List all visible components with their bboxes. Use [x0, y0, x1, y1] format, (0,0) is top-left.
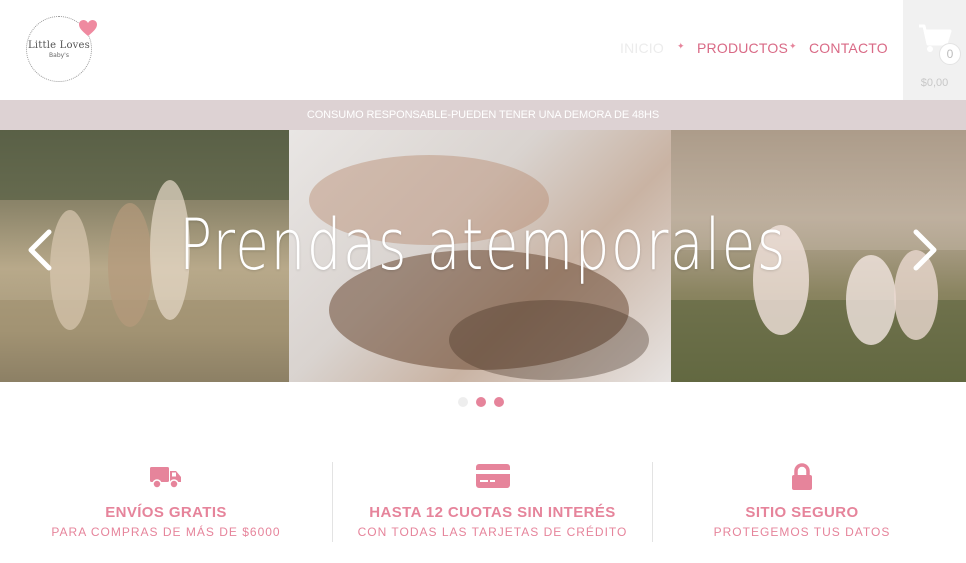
nav-contacto[interactable]: CONTACTO: [809, 40, 888, 56]
features-section: ENVÍOS GRATIS PARA COMPRAS DE MÁS DE $60…: [0, 455, 966, 555]
credit-card-icon: [475, 463, 510, 493]
nav-separator: ✦: [677, 42, 685, 52]
nav-productos[interactable]: PRODUCTOS: [697, 40, 788, 56]
feature-title: ENVÍOS GRATIS: [105, 504, 227, 521]
cart-total: $0,00: [920, 77, 949, 89]
feature-subtitle: PARA COMPRAS DE MÁS DE $6000: [51, 525, 281, 539]
announcement-bar: CONSUMO RESPONSABLE-PUEDEN TENER UNA DEM…: [0, 100, 966, 130]
truck-icon: [150, 463, 182, 495]
announcement-text: CONSUMO RESPONSABLE-PUEDEN TENER UNA DEM…: [306, 109, 660, 121]
hero-slider[interactable]: Prendas atemporales: [0, 130, 966, 382]
lock-icon: [791, 463, 813, 495]
cart-button[interactable]: 0 $0,00: [903, 0, 966, 100]
logo-title: Little Loves: [28, 39, 90, 51]
site-header: Little Loves Baby's INICIO ✦ PRODUCTOS ✦…: [0, 0, 966, 100]
slider-dot[interactable]: [458, 397, 468, 407]
slider-dots: [458, 397, 504, 407]
feature-title: SITIO SEGURO: [745, 504, 859, 521]
chevron-right-icon[interactable]: [910, 228, 940, 276]
feature-subtitle: PROTEGEMOS TUS DATOS: [713, 525, 891, 539]
slider-title: Prendas atemporales: [179, 204, 787, 286]
feature-shipping: ENVÍOS GRATIS PARA COMPRAS DE MÁS DE $60…: [0, 455, 332, 555]
slider-dot[interactable]: [494, 397, 504, 407]
feature-title: HASTA 12 CUOTAS SIN INTERÉS: [369, 504, 616, 521]
cart-count-badge: 0: [939, 43, 961, 65]
heart-icon: [79, 20, 97, 41]
nav-separator: ✦: [789, 42, 797, 52]
feature-secure: SITIO SEGURO PROTEGEMOS TUS DATOS: [653, 455, 951, 555]
logo-subtitle: Baby's: [49, 51, 69, 59]
feature-subtitle: CON TODAS LAS TARJETAS DE CRÉDITO: [357, 525, 628, 539]
nav-inicio[interactable]: INICIO: [620, 40, 664, 56]
chevron-left-icon[interactable]: [25, 228, 55, 276]
slider-dot[interactable]: [476, 397, 486, 407]
feature-installments: HASTA 12 CUOTAS SIN INTERÉS CON TODAS LA…: [333, 455, 652, 555]
